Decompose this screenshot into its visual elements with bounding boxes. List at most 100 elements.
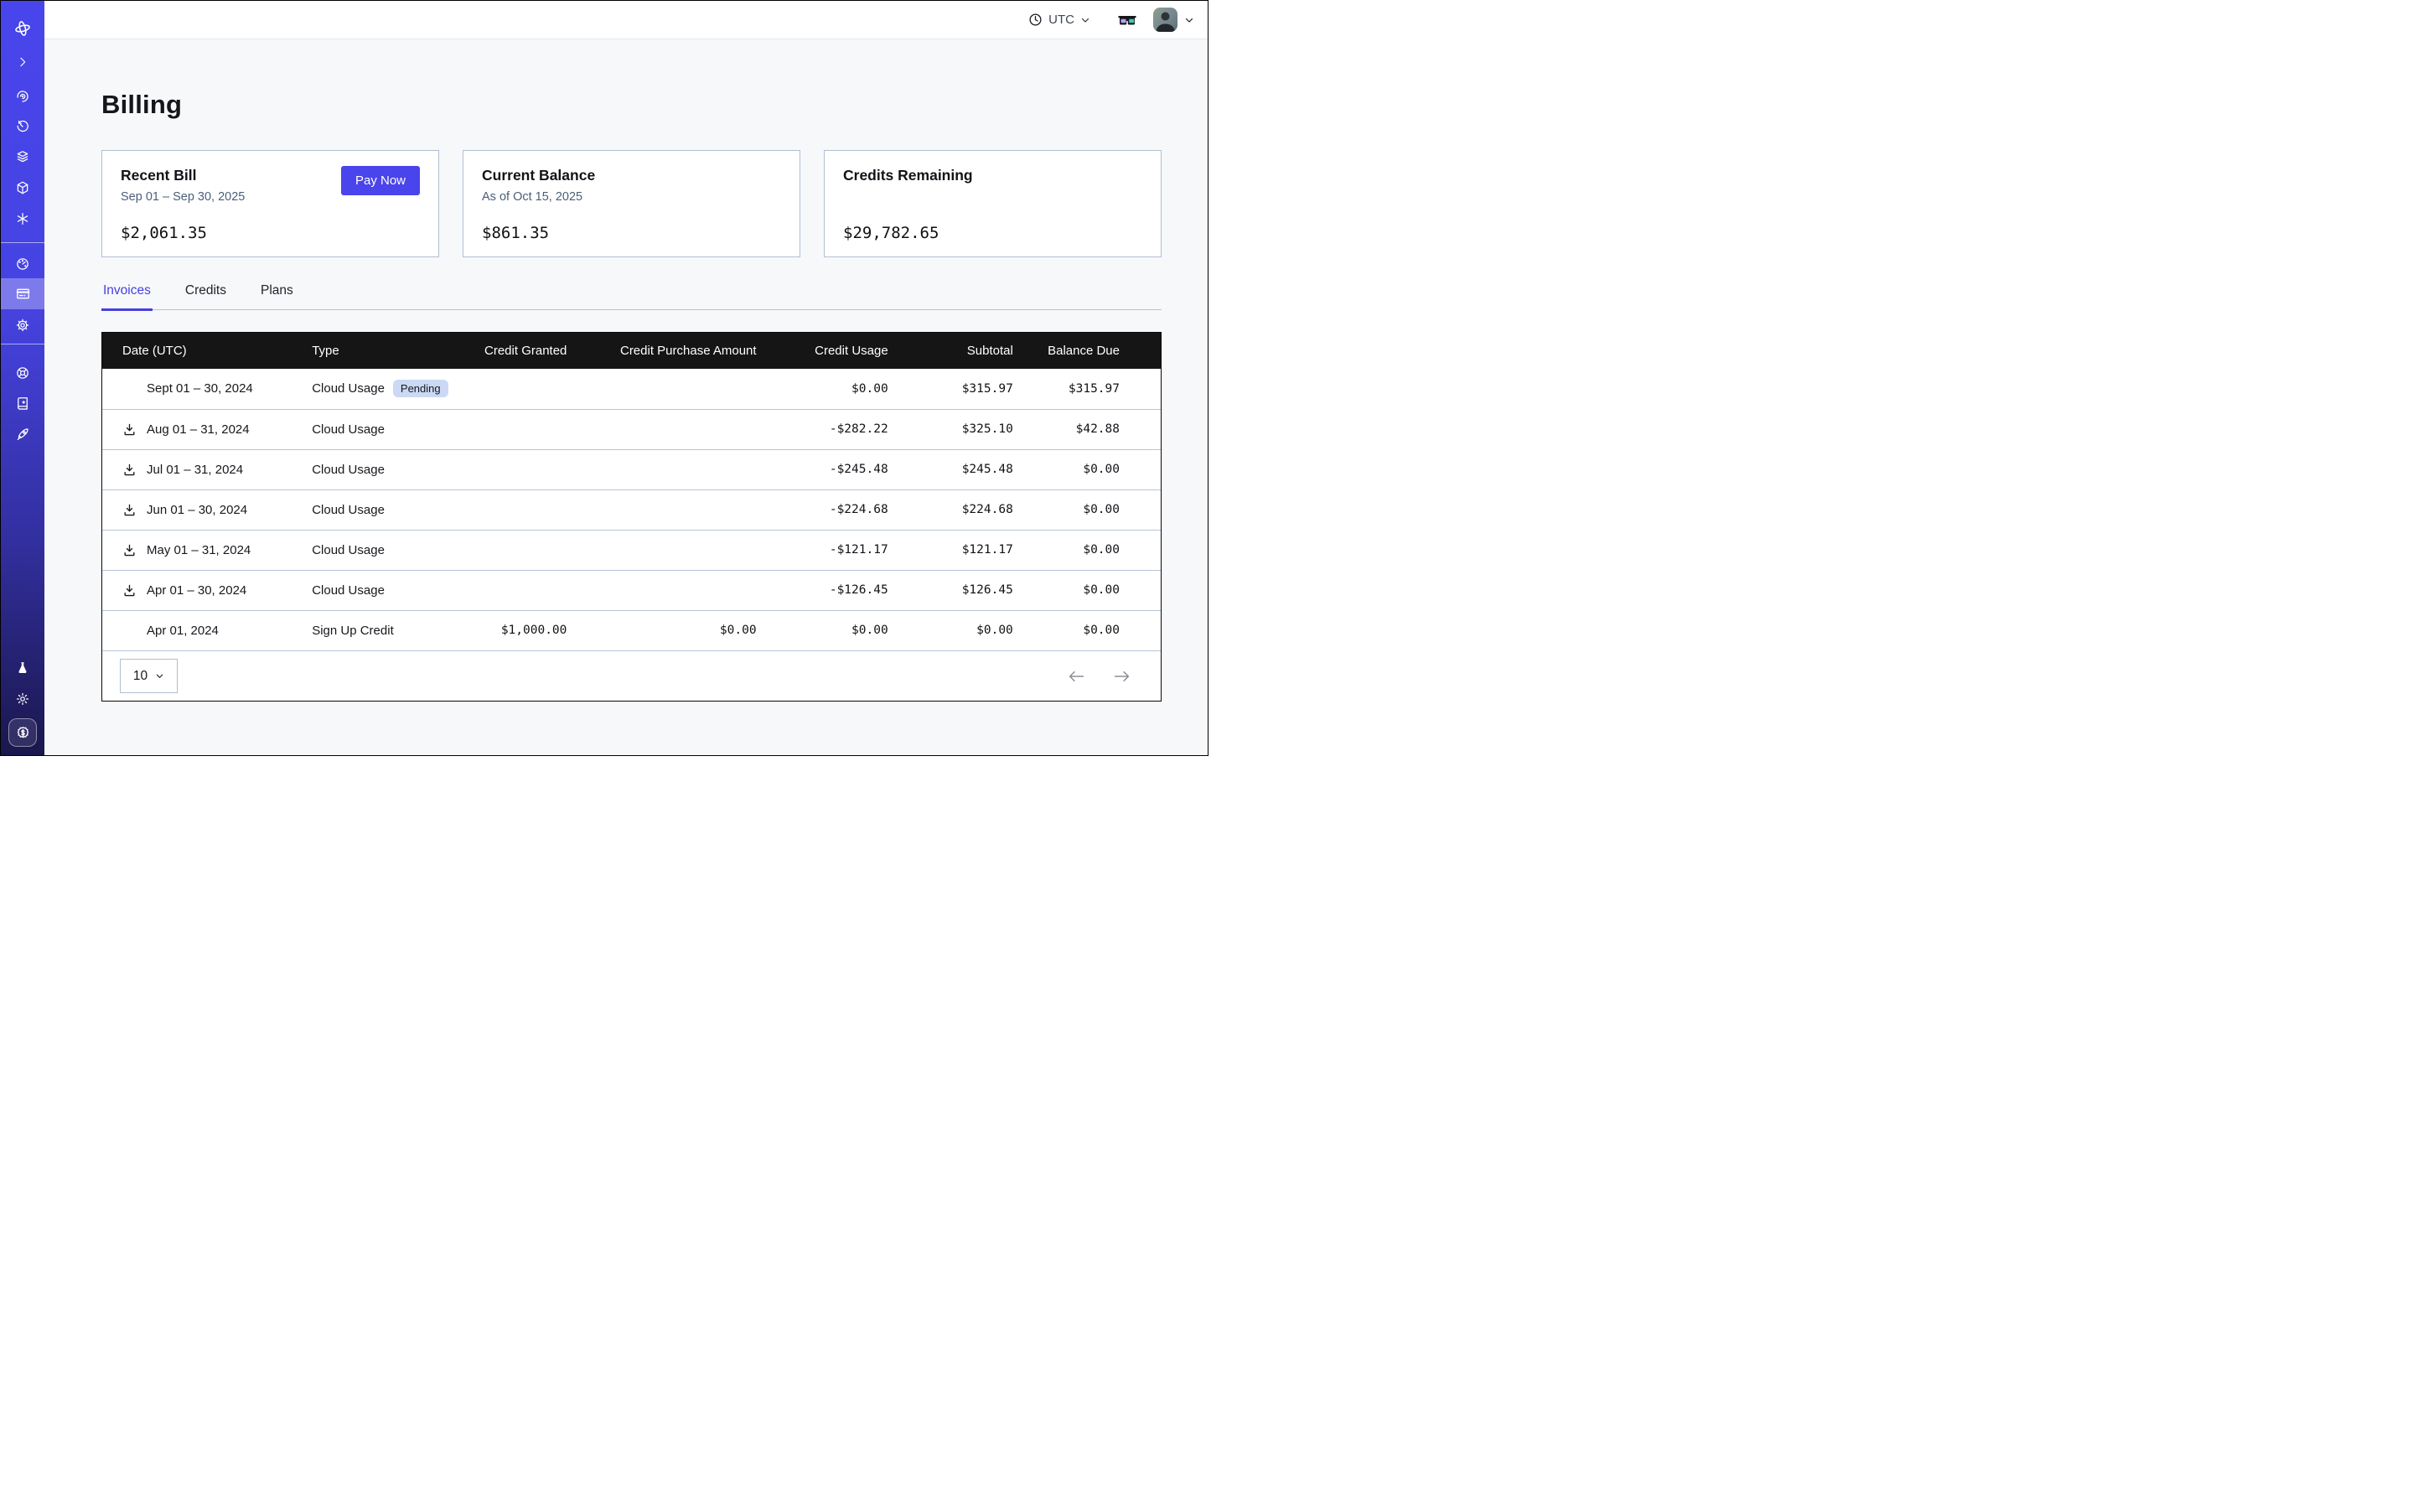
chevron-down-icon <box>155 671 164 681</box>
table-header-row: Date (UTC) Type Credit Granted Credit Pu… <box>102 333 1161 369</box>
billing-card-icon[interactable] <box>1 278 44 309</box>
invoice-date: Aug 01 – 31, 2024 <box>147 422 250 437</box>
main-content: Billing Recent Bill Sep 01 – Sep 30, 202… <box>44 39 1208 755</box>
tab-invoices[interactable]: Invoices <box>101 283 153 309</box>
balance-due-value: $0.00 <box>1013 570 1161 610</box>
prev-page-button[interactable] <box>1068 670 1085 683</box>
invoice-date: Jun 01 – 30, 2024 <box>147 503 247 517</box>
observe-eye-icon[interactable] <box>1 80 44 111</box>
logo-orbit-icon[interactable] <box>1 13 44 44</box>
recent-bill-card: Recent Bill Sep 01 – Sep 30, 2025 $2,061… <box>101 150 439 257</box>
balance-due-value: $42.88 <box>1013 409 1161 449</box>
credit-usage-value: -$245.48 <box>757 449 888 489</box>
credit-usage-value: $0.00 <box>757 369 888 409</box>
credit-granted-value <box>471 369 567 409</box>
card-subtitle <box>843 190 1142 205</box>
avatar <box>1153 8 1177 32</box>
download-invoice-icon[interactable] <box>122 543 137 557</box>
status-badge: Pending <box>393 380 448 397</box>
getting-started-rocket-icon[interactable] <box>1 418 44 449</box>
col-type: Type <box>312 333 471 369</box>
theme-sun-icon[interactable] <box>1 683 44 714</box>
table-row: Apr 01, 2024 Sign Up Credit $1,000.00 $0… <box>102 610 1161 650</box>
card-amount: $29,782.65 <box>843 224 1142 242</box>
page-title: Billing <box>101 90 1160 120</box>
invoice-type: Cloud Usage <box>312 543 385 557</box>
card-subtitle: As of Oct 15, 2025 <box>482 190 781 205</box>
docs-book-icon[interactable] <box>1 387 44 418</box>
invoice-date: Apr 01 – 30, 2024 <box>147 583 246 598</box>
credit-usage-value: $0.00 <box>757 610 888 650</box>
download-invoice-icon[interactable] <box>122 503 137 517</box>
credit-usage-value: -$126.45 <box>757 570 888 610</box>
download-invoice-icon[interactable] <box>122 422 137 437</box>
page-size-select[interactable]: 10 <box>120 659 178 693</box>
balance-due-value: $0.00 <box>1013 530 1161 570</box>
credit-granted-value <box>471 570 567 610</box>
invoice-date: Apr 01, 2024 <box>147 624 219 638</box>
clock-icon <box>1028 13 1043 27</box>
tab-plans[interactable]: Plans <box>259 283 295 309</box>
invoice-type: Sign Up Credit <box>312 624 394 638</box>
credit-usage-value: -$224.68 <box>757 489 888 530</box>
sidebar <box>1 1 44 755</box>
col-date: Date (UTC) <box>102 333 312 369</box>
history-timer-icon[interactable] <box>1 111 44 142</box>
table-row: Sept 01 – 30, 2024 Cloud Usage Pending $… <box>102 369 1161 409</box>
download-invoice-icon[interactable] <box>122 583 137 598</box>
account-menu[interactable] <box>1153 8 1194 32</box>
subtotal-value: $224.68 <box>888 489 1013 530</box>
balance-due-value: $0.00 <box>1013 489 1161 530</box>
tab-credits[interactable]: Credits <box>184 283 228 309</box>
subtotal-value: $325.10 <box>888 409 1013 449</box>
expand-chevron-icon[interactable] <box>1 46 44 77</box>
sidebar-divider <box>1 242 44 243</box>
chevron-down-icon <box>1080 15 1090 25</box>
invoice-type: Cloud Usage <box>312 422 385 437</box>
invoice-type: Cloud Usage <box>312 583 385 598</box>
credit-purchase-value <box>567 570 756 610</box>
invoice-date: Sept 01 – 30, 2024 <box>147 381 253 396</box>
current-balance-card: Current Balance As of Oct 15, 2025 $861.… <box>463 150 800 257</box>
timezone-picker[interactable]: UTC <box>1028 13 1090 27</box>
col-credit-usage: Credit Usage <box>757 333 888 369</box>
subtotal-value: $126.45 <box>888 570 1013 610</box>
invoices-table: Date (UTC) Type Credit Granted Credit Pu… <box>101 332 1162 702</box>
card-title: Credits Remaining <box>843 167 1142 184</box>
topbar: UTC <box>44 1 1208 39</box>
pay-now-button[interactable]: Pay Now <box>341 166 420 195</box>
usage-gauge-icon[interactable] <box>1 248 44 279</box>
subtotal-value: $121.17 <box>888 530 1013 570</box>
3d-glasses-icon[interactable] <box>1117 13 1137 27</box>
invoice-date: Jul 01 – 31, 2024 <box>147 463 243 477</box>
page-size-value: 10 <box>133 669 148 684</box>
credit-purchase-value <box>567 489 756 530</box>
table-row: May 01 – 31, 2024 Cloud Usage -$121.17 $… <box>102 530 1161 570</box>
labs-flask-icon[interactable] <box>1 652 44 683</box>
download-invoice-icon[interactable] <box>122 463 137 477</box>
support-lifebuoy-icon[interactable] <box>1 357 44 388</box>
cube-icon[interactable] <box>1 172 44 203</box>
summary-cards: Recent Bill Sep 01 – Sep 30, 2025 $2,061… <box>101 150 1162 257</box>
asterisk-icon[interactable] <box>1 203 44 234</box>
balance-due-value: $0.00 <box>1013 610 1161 650</box>
credit-purchase-value <box>567 449 756 489</box>
rewards-dollar-badge-icon[interactable] <box>8 718 37 747</box>
credit-granted-value <box>471 489 567 530</box>
credit-granted-value <box>471 530 567 570</box>
settings-gear-icon[interactable] <box>1 309 44 340</box>
subtotal-value: $245.48 <box>888 449 1013 489</box>
timezone-label: UTC <box>1048 13 1074 27</box>
card-amount: $861.35 <box>482 224 781 242</box>
billing-tabs: Invoices Credits Plans <box>101 283 1162 310</box>
credit-usage-value: -$282.22 <box>757 409 888 449</box>
card-amount: $2,061.35 <box>121 224 420 242</box>
layers-icon[interactable] <box>1 141 44 172</box>
subtotal-value: $315.97 <box>888 369 1013 409</box>
invoice-type: Cloud Usage <box>312 463 385 477</box>
app-window: UTC Billing Recent Bill Sep 01 – Sep 30,… <box>0 0 1208 756</box>
table-row: Jul 01 – 31, 2024 Cloud Usage -$245.48 $… <box>102 449 1161 489</box>
next-page-button[interactable] <box>1113 670 1131 683</box>
table-footer: 10 <box>102 650 1161 701</box>
col-credit-granted: Credit Granted <box>471 333 567 369</box>
